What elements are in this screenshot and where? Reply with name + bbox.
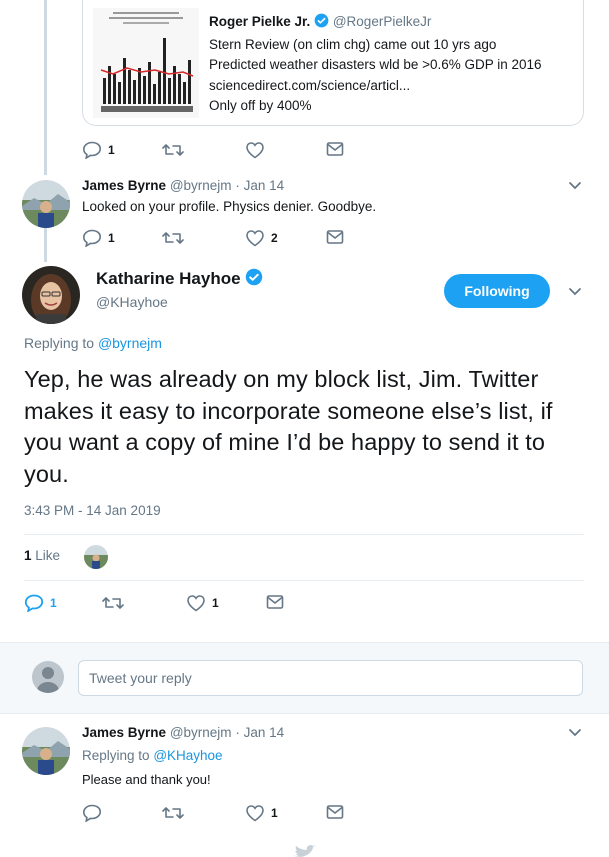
tweet-date[interactable]: · Jan 14 — [235, 725, 284, 740]
quoted-text-line: Only off by 400% — [209, 98, 312, 113]
retweet-icon — [162, 144, 184, 156]
chevron-down-icon[interactable] — [568, 728, 582, 738]
reply-count: 1 — [108, 231, 115, 245]
envelope-icon — [326, 230, 344, 244]
quoted-author-handle[interactable]: @RogerPielkeJr — [333, 14, 432, 29]
tweet-timestamp[interactable]: 3:43 PM - 14 Jan 2019 — [24, 503, 161, 518]
like-count: 1 — [271, 806, 278, 820]
retweet-button[interactable] — [162, 805, 184, 821]
heart-icon — [246, 805, 264, 822]
replying-to-link[interactable]: @KHayhoe — [153, 748, 222, 763]
heart-icon — [246, 230, 264, 247]
reply-icon — [82, 804, 102, 822]
replying-prefix: Replying to — [82, 748, 150, 763]
verified-badge-icon — [245, 268, 263, 291]
reply-count: 1 — [50, 596, 57, 610]
reply-button[interactable]: 1 — [82, 141, 115, 159]
like-button[interactable]: 1 — [245, 804, 278, 822]
tweet-text: Yep, he was already on my block list, Ji… — [24, 366, 553, 487]
like-count: 1 — [212, 596, 219, 610]
direct-message-button[interactable] — [266, 594, 284, 610]
tweet-header: James Byrne @byrnejm · Jan 14 — [82, 725, 284, 740]
direct-message-button[interactable] — [326, 804, 344, 820]
author-name[interactable]: Katharine Hayhoe — [96, 268, 263, 291]
quoted-tweet-card[interactable]: Roger Pielke Jr. @RogerPielkeJr Stern Re… — [82, 0, 584, 126]
tweet-text: Looked on your profile. Physics denier. … — [82, 199, 377, 214]
retweet-button[interactable] — [162, 142, 184, 158]
likes-label: Like — [35, 548, 61, 563]
retweet-icon — [102, 597, 124, 609]
quoted-link[interactable]: sciencedirect.com/science/articl... — [209, 76, 542, 97]
reply-icon — [82, 141, 102, 159]
reply-button[interactable] — [82, 804, 102, 822]
like-button[interactable]: 2 — [245, 229, 278, 247]
heart-icon — [246, 142, 264, 159]
envelope-icon — [326, 805, 344, 819]
twitter-bird-icon — [293, 845, 316, 857]
verified-badge-icon — [314, 13, 329, 35]
direct-message-button[interactable] — [326, 229, 344, 245]
heart-icon — [187, 595, 205, 612]
replying-to: Replying to @byrnejm — [24, 335, 162, 351]
liker-avatar[interactable] — [84, 545, 108, 569]
bar-chart-thumbnail-icon — [93, 8, 199, 118]
author-name-text[interactable]: Katharine Hayhoe — [96, 269, 241, 288]
author-handle[interactable]: @KHayhoe — [96, 294, 168, 310]
reply-button[interactable]: 1 — [24, 594, 57, 612]
tweet-header: James Byrne @byrnejm · Jan 14 — [82, 178, 284, 193]
direct-message-button[interactable] — [326, 141, 344, 157]
replying-prefix: Replying to — [24, 335, 95, 351]
quoted-text-line: Predicted weather disasters wld be >0.6%… — [209, 57, 542, 72]
default-avatar-icon — [32, 661, 64, 693]
divider — [24, 534, 584, 535]
like-count: 2 — [271, 231, 278, 245]
following-button[interactable]: Following — [444, 274, 550, 308]
like-button[interactable] — [245, 141, 265, 159]
reply-input[interactable]: Tweet your reply — [78, 660, 583, 696]
likes-count: 1 — [24, 548, 32, 563]
thread-line-mid — [44, 226, 47, 262]
chevron-down-icon[interactable] — [568, 181, 582, 191]
envelope-icon — [266, 595, 284, 609]
author-handle[interactable]: @byrnejm — [170, 178, 232, 193]
quoted-author-name[interactable]: Roger Pielke Jr. — [209, 14, 310, 29]
likes-summary[interactable]: 1 Like — [24, 548, 60, 563]
thread-line-top — [44, 0, 47, 175]
like-button[interactable]: 1 — [186, 594, 219, 612]
envelope-icon — [326, 142, 344, 156]
retweet-icon — [162, 807, 184, 819]
retweet-button[interactable] — [162, 230, 184, 246]
author-name[interactable]: James Byrne — [82, 178, 166, 193]
avatar[interactable] — [22, 180, 70, 228]
retweet-button[interactable] — [102, 595, 124, 611]
reply-button[interactable]: 1 — [82, 229, 115, 247]
reply-count: 1 — [108, 143, 115, 157]
replying-to-link[interactable]: @byrnejm — [98, 335, 162, 351]
author-handle[interactable]: @byrnejm — [170, 725, 232, 740]
avatar[interactable] — [22, 727, 70, 775]
divider — [24, 580, 584, 581]
tweet-date[interactable]: · Jan 14 — [235, 178, 284, 193]
chevron-down-icon[interactable] — [568, 287, 582, 297]
author-name[interactable]: James Byrne — [82, 725, 166, 740]
reply-icon — [82, 229, 102, 247]
reply-icon — [24, 594, 44, 612]
quoted-text-line: Stern Review (on clim chg) came out 10 y… — [209, 36, 497, 52]
tweet-text: Please and thank you! — [82, 772, 211, 787]
retweet-icon — [162, 232, 184, 244]
avatar[interactable] — [22, 266, 80, 324]
replying-to: Replying to @KHayhoe — [82, 748, 223, 763]
